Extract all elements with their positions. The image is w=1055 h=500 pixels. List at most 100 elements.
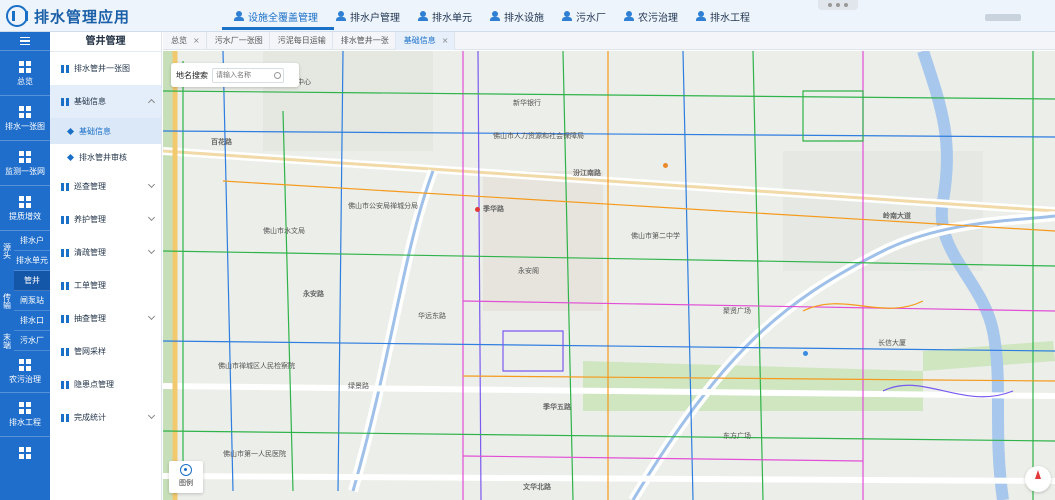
rail-sub-wwtp[interactable]: 污水厂: [14, 331, 50, 351]
rail-sub-well[interactable]: 管井: [14, 271, 50, 291]
legend-button[interactable]: 图例: [169, 461, 203, 493]
left-rail: 总览 排水一张图 监测一张网 提质增效 源头 排水户 排水单元 传输 管井 闸泵…: [0, 32, 50, 500]
road-label: 汾江南路: [573, 169, 601, 177]
place-label: 新华银行: [513, 99, 541, 107]
rail-sub-outfall[interactable]: 排水口: [14, 311, 50, 331]
rail-sub-unit[interactable]: 排水单元: [14, 251, 50, 271]
place-label: 佛山市人力资源和社会保障局: [493, 132, 584, 140]
poi-marker[interactable]: [803, 351, 808, 356]
place-label: 佛山市第一人民医院: [223, 450, 286, 458]
user-icon: [418, 11, 428, 21]
topnav-household[interactable]: 排水户管理: [327, 6, 409, 26]
grid-icon: [61, 97, 69, 106]
place-search: 地名搜索: [171, 63, 299, 87]
rail-item-quality[interactable]: 提质增效: [0, 186, 50, 230]
rail-item-monitor[interactable]: 监测一张网: [0, 141, 50, 185]
grid-icon: [61, 248, 69, 257]
tab-overview[interactable]: 总览 ×: [163, 32, 207, 50]
topnav-unit[interactable]: 排水单元: [409, 6, 481, 26]
topnav-facility-coverage[interactable]: 设施全覆盖管理: [225, 6, 327, 26]
rail-group-transfer: 传输 管井 闸泵站 排水口: [0, 271, 50, 331]
legend-label: 图例: [179, 479, 193, 487]
chevron-down-icon: [147, 246, 156, 255]
sidebar-item-hazard[interactable]: 隐患点管理: [50, 368, 161, 401]
drain-logo-icon: [6, 5, 28, 27]
topnav-engineering[interactable]: 排水工程: [687, 6, 759, 26]
menu-toggle[interactable]: [0, 32, 50, 50]
grid-icon: [61, 347, 69, 356]
place-label: 佛山市第二中学: [631, 232, 680, 240]
sidebar-item-statistics[interactable]: 完成统计: [50, 401, 161, 434]
rail-group-source: 源头 排水户 排水单元: [0, 231, 50, 271]
sidebar-item-maintenance[interactable]: 养护管理: [50, 203, 161, 236]
rail-sub-pump[interactable]: 闸泵站: [14, 291, 50, 311]
place-label: 佛山市禅城区人民检察院: [218, 362, 295, 370]
search-icon[interactable]: [274, 71, 281, 79]
road-label: 永安路: [303, 290, 324, 298]
grid-icon: [19, 402, 31, 414]
rail-group-end: 末端 污水厂: [0, 331, 50, 351]
rail-item-rural[interactable]: 农污治理: [0, 351, 50, 392]
road-label: 季华五路: [543, 403, 571, 411]
rail-item-overview[interactable]: 总览: [0, 51, 50, 95]
grid-icon: [19, 359, 31, 371]
grid-icon: [19, 61, 31, 73]
sidebar-item-sampling[interactable]: 管网采样: [50, 335, 161, 368]
sidebar-item-inspection[interactable]: 巡查管理: [50, 170, 161, 203]
close-icon[interactable]: ×: [442, 32, 449, 50]
window-controls[interactable]: [818, 0, 858, 10]
topnav-facility[interactable]: 排水设施: [481, 6, 553, 26]
diamond-icon: [66, 127, 75, 135]
poi-marker[interactable]: [475, 207, 480, 212]
sidebar-sub-well-review[interactable]: 排水管井审核: [50, 144, 161, 170]
rail-item-drain-map[interactable]: 排水一张图: [0, 96, 50, 140]
grid-icon: [19, 151, 31, 163]
sidebar-item-workorder[interactable]: 工单管理: [50, 269, 161, 302]
place-label: 华远东路: [418, 312, 446, 320]
chevron-down-icon: [147, 213, 156, 222]
sidebar-item-basic-info[interactable]: 基础信息: [50, 85, 161, 118]
sidebar-title: 管井管理: [50, 32, 161, 52]
user-avatar-redacted[interactable]: [985, 14, 1021, 21]
tab-sludge[interactable]: 污泥每日运输: [270, 32, 333, 50]
chevron-up-icon: [147, 98, 156, 107]
map-canvas[interactable]: 百花路 卫生中心 佛山市人力资源和社会保障局 汾江南路 季华路 季华五路 文华北…: [163, 51, 1055, 500]
diamond-icon: [66, 153, 75, 161]
tab-wwtp-map[interactable]: 污水厂一张图: [207, 32, 270, 50]
chevron-down-icon: [147, 411, 156, 420]
user-icon: [336, 11, 346, 21]
place-label: 永安阁: [518, 267, 539, 275]
close-icon[interactable]: ×: [193, 32, 200, 50]
grid-icon: [61, 64, 69, 73]
topnav-rural[interactable]: 农污治理: [615, 6, 687, 26]
grid-icon: [61, 215, 69, 224]
user-icon: [234, 11, 244, 21]
sidebar: 管井管理 排水管井一张图 基础信息 基础信息 排水管井审核 巡查管理 养护管理 …: [50, 32, 162, 500]
rail-sub-household[interactable]: 排水户: [14, 231, 50, 251]
poi-marker[interactable]: [663, 163, 668, 168]
app-logo: 排水管理应用: [6, 4, 130, 28]
user-icon: [696, 11, 706, 21]
rail-item-engineering[interactable]: 排水工程: [0, 393, 50, 436]
hamburger-icon: [20, 37, 30, 45]
place-label: 绿景路: [348, 382, 369, 390]
sidebar-item-spotcheck[interactable]: 抽查管理: [50, 302, 161, 335]
compass-icon[interactable]: [1025, 466, 1051, 492]
tab-basic-info[interactable]: 基础信息 ×: [395, 32, 456, 50]
sidebar-sub-basic-info[interactable]: 基础信息: [50, 118, 161, 144]
user-icon: [562, 11, 572, 21]
place-label: 佛山市公安局禅城分局: [348, 202, 418, 210]
road-label: 季华路: [483, 205, 504, 213]
rail-item-more[interactable]: [0, 437, 50, 459]
grid-icon: [61, 380, 69, 389]
tab-bar: 总览 × 污水厂一张图 污泥每日运输 排水管井一张 基础信息 ×: [163, 32, 1055, 50]
app-title: 排水管理应用: [34, 7, 131, 26]
place-label: 聚贤广场: [723, 307, 751, 315]
sidebar-item-dredging[interactable]: 清疏管理: [50, 236, 161, 269]
top-nav: 设施全覆盖管理 排水户管理 排水单元 排水设施 污水厂 农污治理 排水工程: [225, 6, 759, 26]
nav-active-indicator: [222, 27, 334, 30]
topnav-wwtp[interactable]: 污水厂: [553, 6, 615, 26]
tab-well-map[interactable]: 排水管井一张: [333, 32, 396, 50]
grid-icon: [19, 106, 31, 118]
sidebar-item-well-map[interactable]: 排水管井一张图: [50, 52, 161, 85]
